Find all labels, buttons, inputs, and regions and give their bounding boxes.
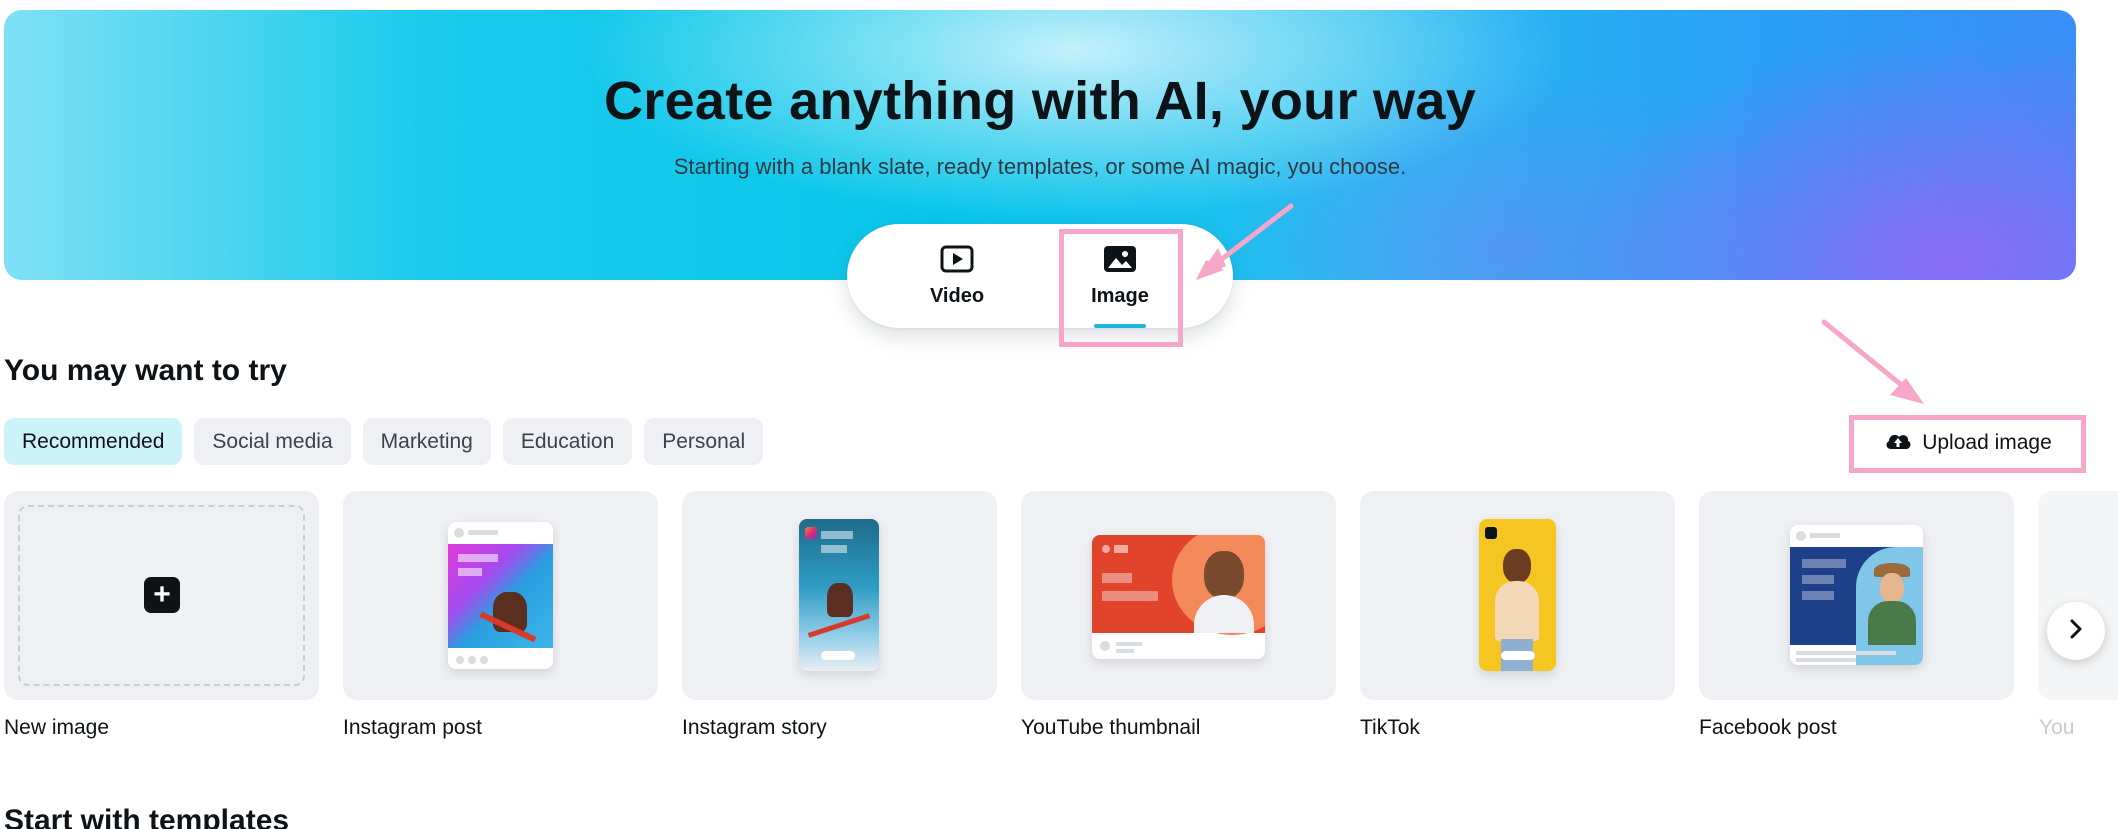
chip-marketing[interactable]: Marketing [362, 418, 491, 465]
card-thumbnail [682, 491, 997, 700]
card-instagram-story[interactable]: Instagram story [682, 491, 997, 740]
card-new-image[interactable]: + New image [4, 491, 319, 740]
card-label: Facebook post [1699, 716, 1837, 739]
cloud-upload-icon [1884, 429, 1912, 457]
card-thumbnail [343, 491, 658, 700]
card-instagram-post[interactable]: Instagram post [343, 491, 658, 740]
carousel-next-button[interactable] [2047, 602, 2105, 660]
section-title-templates: Start with templates [4, 804, 290, 829]
tiktok-preview [1479, 519, 1556, 671]
chip-social-media[interactable]: Social media [194, 418, 351, 465]
card-label: TikTok [1360, 716, 1420, 739]
section-title: You may want to try [4, 354, 287, 387]
media-type-switcher: Video Image [847, 224, 1233, 328]
card-label: Instagram story [682, 716, 827, 739]
tab-image[interactable]: Image [1055, 224, 1185, 328]
hero-subtitle: Starting with a blank slate, ready templ… [673, 154, 1407, 179]
upload-image-button[interactable]: Upload image [1855, 420, 2081, 466]
video-play-icon [940, 244, 974, 279]
card-thumbnail [1699, 491, 2014, 700]
chevron-right-icon [2067, 618, 2085, 645]
tab-selected-indicator [1094, 324, 1146, 328]
plus-icon: + [144, 577, 180, 613]
instagram-story-preview [799, 519, 879, 671]
card-youtube-thumbnail[interactable]: YouTube thumbnail [1021, 491, 1336, 740]
chip-recommended[interactable]: Recommended [4, 418, 183, 465]
card-label: New image [4, 716, 110, 739]
image-icon [1103, 244, 1137, 279]
youtube-thumbnail-preview [1092, 535, 1265, 659]
category-chips: Recommended Social media Marketing Educa… [4, 418, 764, 465]
tab-video[interactable]: Video [892, 224, 1022, 328]
instagram-post-preview [448, 522, 553, 669]
card-thumbnail [1021, 491, 1336, 700]
chip-personal[interactable]: Personal [644, 418, 764, 465]
card-label: Instagram post [343, 716, 482, 739]
hero-title: Create anything with AI, your way [603, 71, 1477, 131]
upload-image-label: Upload image [1922, 431, 2052, 454]
tab-image-label: Image [1091, 285, 1149, 307]
card-thumbnail [1360, 491, 1675, 700]
card-facebook-post[interactable]: Facebook post [1699, 491, 2014, 740]
chip-education[interactable]: Education [502, 418, 633, 465]
card-thumbnail: + [4, 491, 319, 700]
card-peek-label: You [2039, 716, 2075, 739]
card-peek[interactable] [2038, 491, 2118, 700]
tab-video-label: Video [929, 285, 985, 307]
card-label: YouTube thumbnail [1021, 716, 1201, 739]
facebook-post-preview [1790, 525, 1923, 665]
card-tiktok[interactable]: TikTok [1360, 491, 1675, 740]
